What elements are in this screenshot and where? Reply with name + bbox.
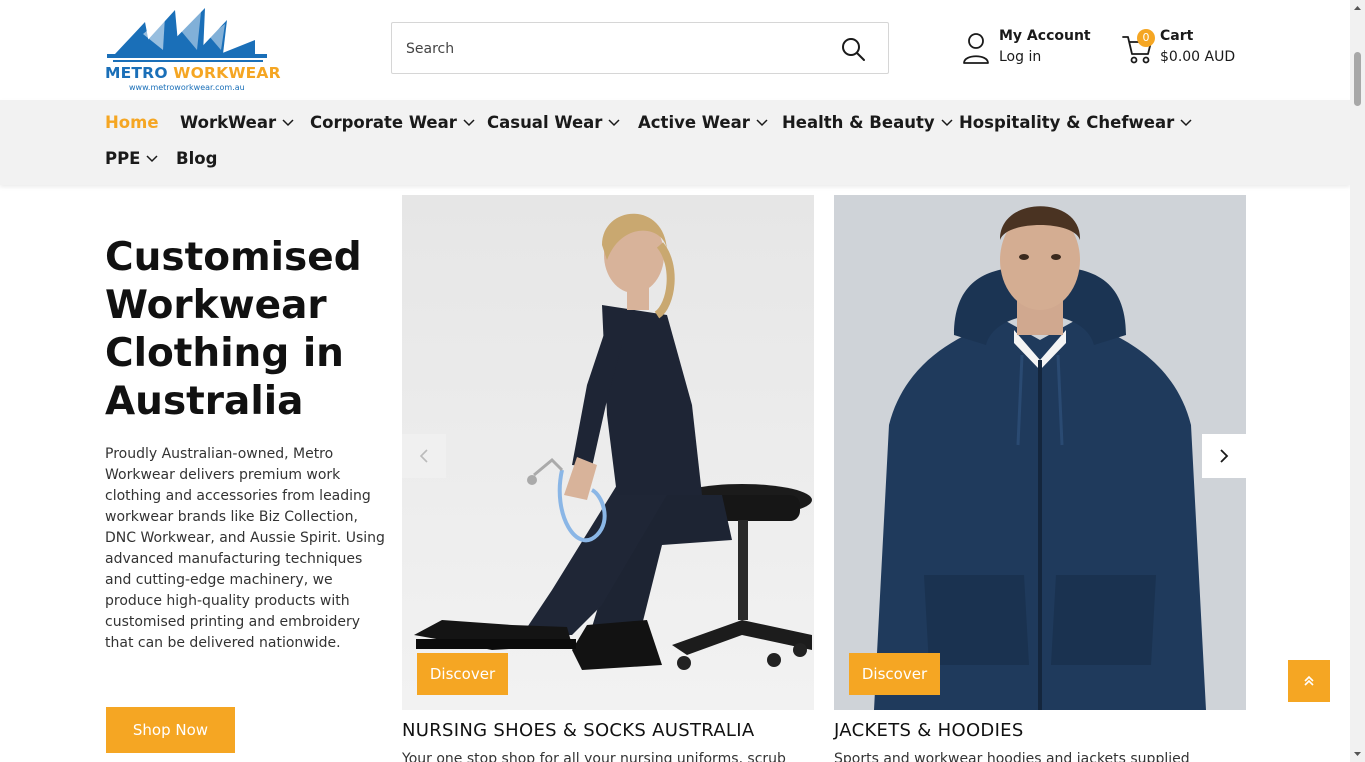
- search-input[interactable]: [406, 37, 826, 61]
- shop-now-button[interactable]: Shop Now: [106, 707, 235, 753]
- nav-label: Blog: [176, 149, 218, 168]
- chevron-down-icon: [941, 118, 953, 126]
- nav-item-ppe[interactable]: PPE: [105, 149, 158, 168]
- chevron-down-icon: [146, 154, 158, 162]
- scroll-up-arrow-icon[interactable]: [1353, 4, 1362, 13]
- cart-link[interactable]: 0 Cart $0.00 AUD: [1122, 26, 1252, 72]
- chevron-left-icon: [419, 449, 428, 463]
- nav-label: Hospitality & Chefwear: [959, 113, 1175, 132]
- brand-wordmark: METRO WORKWEAR: [105, 64, 281, 82]
- slider-prev-button[interactable]: [402, 434, 446, 478]
- category-description: Sports and workwear hoodies and jackets …: [834, 751, 1190, 762]
- category-title[interactable]: JACKETS & HOODIES: [834, 720, 1024, 741]
- category-image-nursing[interactable]: Discover: [402, 195, 814, 710]
- slider-next-button[interactable]: [1202, 434, 1246, 478]
- category-card[interactable]: Discover JACKETS & HOODIES Sports and wo…: [834, 195, 1246, 762]
- nav-label: Active Wear: [638, 113, 750, 132]
- chevron-down-icon: [463, 118, 475, 126]
- hoodie-model-image: [834, 195, 1246, 710]
- nav-item-workwear[interactable]: WorkWear: [180, 113, 294, 132]
- chevron-down-icon: [282, 118, 294, 126]
- nav-item-hospitality-chefwear[interactable]: Hospitality & Chefwear: [959, 113, 1192, 132]
- nav-item-blog[interactable]: Blog: [176, 149, 217, 168]
- nav-item-corporate-wear[interactable]: Corporate Wear: [310, 113, 475, 132]
- discover-button[interactable]: Discover: [849, 653, 940, 695]
- main-navigation: Home WorkWear Corporate Wear Casual Wear…: [0, 100, 1350, 185]
- category-title[interactable]: NURSING SHOES & SOCKS AUSTRALIA: [402, 720, 755, 741]
- category-description: Your one stop shop for all your nursing …: [402, 751, 786, 762]
- site-header: METRO WORKWEAR www.metroworkwear.com.au …: [0, 0, 1350, 100]
- nav-label: WorkWear: [180, 113, 277, 132]
- discover-button[interactable]: Discover: [417, 653, 508, 695]
- scrollbar-thumb[interactable]: [1354, 52, 1361, 106]
- category-card[interactable]: Discover NURSING SHOES & SOCKS AUSTRALIA…: [402, 195, 814, 762]
- double-chevron-up-icon: [1304, 675, 1314, 686]
- chevron-down-icon: [1180, 118, 1192, 126]
- hero-title: Customised Workwear Clothing in Australi…: [105, 235, 362, 424]
- nav-item-home[interactable]: Home: [105, 113, 159, 132]
- page-scrollbar[interactable]: [1350, 0, 1365, 762]
- category-image-jackets[interactable]: Discover: [834, 195, 1246, 710]
- scroll-down-arrow-icon[interactable]: [1353, 749, 1362, 758]
- nav-item-casual-wear[interactable]: Casual Wear: [487, 113, 620, 132]
- account-link[interactable]: My Account Log in: [962, 26, 1102, 72]
- nursing-model-image: [402, 195, 814, 710]
- nav-item-active-wear[interactable]: Active Wear: [638, 113, 768, 132]
- user-icon: [963, 33, 989, 64]
- brand-url: www.metroworkwear.com.au: [129, 83, 245, 92]
- search-icon[interactable]: [840, 36, 866, 62]
- nav-label: Home: [105, 113, 159, 132]
- search-bar: [391, 22, 889, 74]
- cart-total: $0.00 AUD: [1160, 49, 1236, 65]
- nav-label: Health & Beauty: [782, 113, 935, 132]
- brand-logo[interactable]: METRO WORKWEAR www.metroworkwear.com.au: [105, 4, 281, 94]
- login-link[interactable]: Log in: [999, 49, 1041, 65]
- nav-label: Casual Wear: [487, 113, 603, 132]
- back-to-top-button[interactable]: [1288, 660, 1330, 702]
- nav-label: PPE: [105, 149, 141, 168]
- nav-label: Corporate Wear: [310, 113, 457, 132]
- cart-title: Cart: [1160, 28, 1194, 44]
- chevron-down-icon: [756, 118, 768, 126]
- chevron-down-icon: [608, 118, 620, 126]
- account-title: My Account: [999, 28, 1091, 44]
- chevron-right-icon: [1220, 449, 1229, 463]
- hero-description: Proudly Australian-owned, Metro Workwear…: [105, 446, 385, 651]
- cart-count-badge: 0: [1137, 29, 1155, 47]
- nav-item-health-beauty[interactable]: Health & Beauty: [782, 113, 953, 132]
